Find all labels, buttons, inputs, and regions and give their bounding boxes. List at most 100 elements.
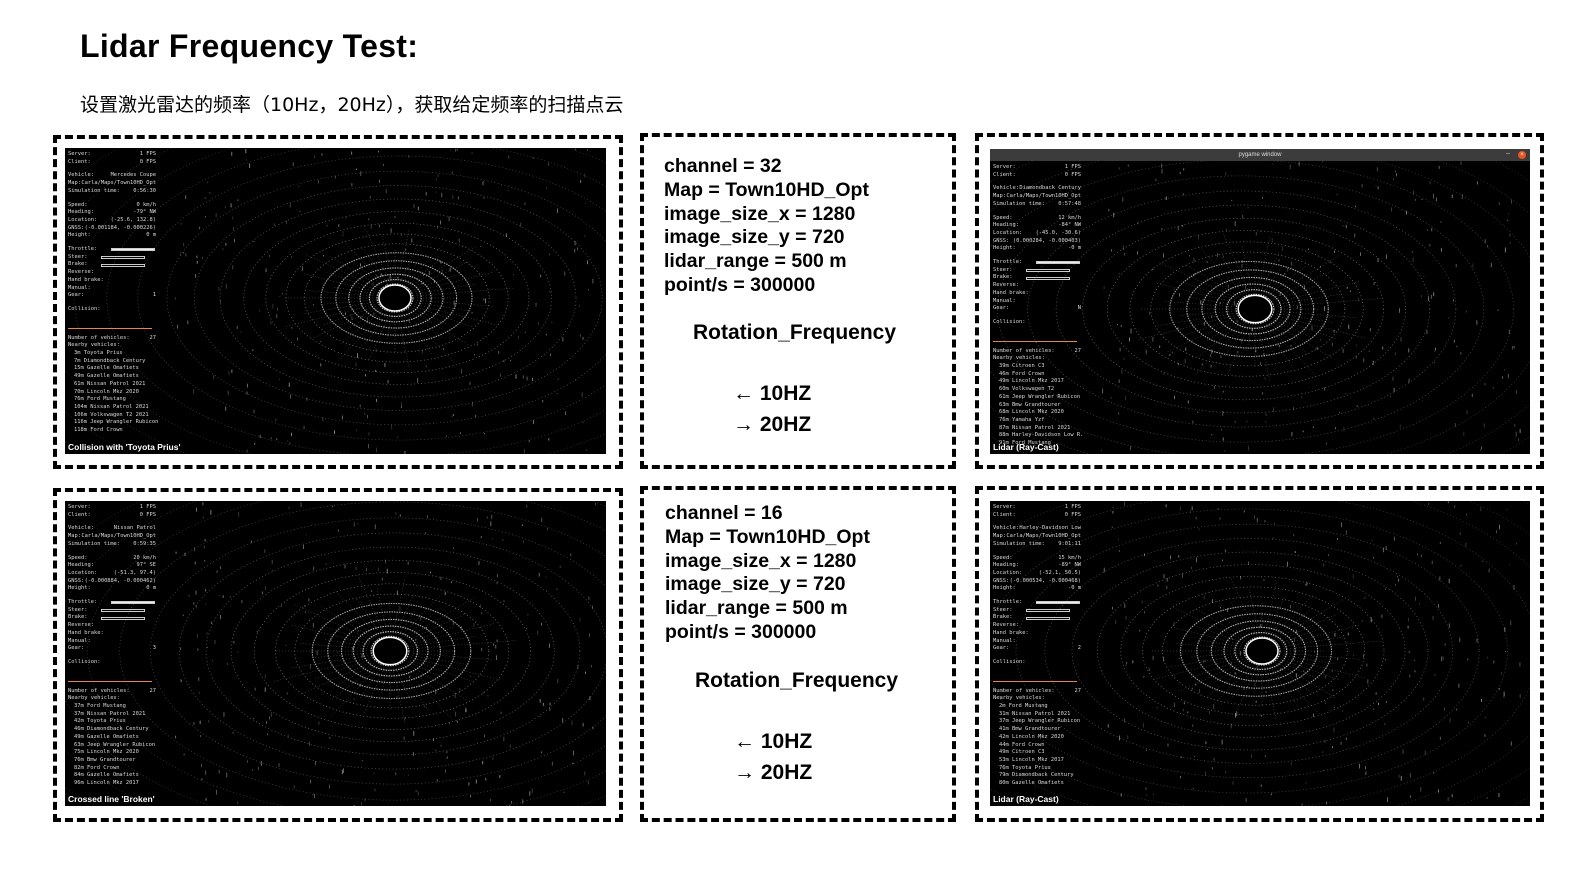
close-icon[interactable]: ×: [1518, 151, 1526, 159]
hud-row: Brake:: [68, 261, 158, 269]
hud-label: Reverse:: [68, 622, 94, 629]
hud-bar: [101, 256, 146, 260]
hud-value: 15 km/h: [1058, 554, 1081, 561]
nearby-vehicle-item: 61m Nissan Patrol 2021: [74, 380, 146, 387]
param-line: Map = Town10HD_Opt: [665, 525, 870, 548]
hud-row: Steer:: [68, 254, 158, 262]
hud-value: Carla/Maps/Town10HD_Opt: [81, 533, 156, 540]
hud-row: Heading: -89° NW: [993, 562, 1081, 570]
hud-value: -84° NW: [1058, 222, 1081, 229]
hud-label: Collision:: [993, 658, 1026, 665]
hud-label: Simulation time:: [68, 540, 120, 547]
hud-row: Manual:: [68, 638, 156, 646]
nearby-vehicle-item: 37m Nissan Patrol 2021: [74, 710, 146, 717]
nearby-vehicle-item: 49m Gazelle Omafiets: [74, 733, 139, 740]
hud-row: Speed: 0 km/h: [68, 202, 156, 210]
hud-bar: [101, 609, 146, 613]
hud-value: -0 m: [1068, 585, 1081, 592]
hud-row: Throttle:: [68, 599, 156, 607]
hud-row: Client: 0 FPS: [993, 512, 1081, 520]
hud-value: 27: [149, 334, 157, 341]
screenshot-caption: Crossed line 'Broken': [68, 794, 155, 804]
hud-label: Brake:: [993, 274, 1013, 281]
hud-value: 1 FPS: [1064, 504, 1081, 510]
hud-row: Location: (-52.1, 50.5): [993, 570, 1081, 578]
hud-row: Brake:: [993, 274, 1083, 282]
hud-label: Vehicle:: [993, 525, 1019, 532]
hud-row: Client: 0 FPS: [993, 172, 1081, 180]
hud-value: 1 FPS: [1064, 164, 1081, 170]
hud-label: Heading:: [993, 222, 1019, 229]
hud-label: Client:: [68, 158, 91, 165]
minimize-icon[interactable]: –: [1506, 150, 1510, 157]
hud-row: Reverse:: [993, 282, 1083, 290]
hud-row: Steer:: [993, 267, 1083, 275]
hud-panel: Server: 1 FPS Client: 0 FPS Vehicle: Nissan P…: [68, 504, 156, 788]
hud-row: Hand brake:: [68, 630, 156, 638]
page-title: Lidar Frequency Test:: [80, 28, 419, 64]
hud-label: Nearby vehicles:: [993, 695, 1045, 702]
hud-value: (-45.0, -30.6): [1035, 229, 1081, 236]
hud-value: Diamondback Century: [1019, 185, 1081, 192]
hud-label: Reverse:: [68, 269, 94, 276]
nearby-vehicle-item: 104m Nissan Patrol 2021: [74, 403, 149, 410]
nearby-vehicle-item: 87m Nissan Patrol 2021: [999, 424, 1071, 431]
hud-row: Vehicle: Diamondback Century: [993, 185, 1081, 193]
hud-value: 0:56:30: [133, 187, 156, 194]
hud-label: Throttle:: [68, 246, 98, 253]
hud-bar: [111, 601, 156, 605]
hud-label: Client:: [993, 171, 1016, 178]
rotation-frequency-label: Rotation_Frequency: [693, 321, 897, 344]
hud-value: (-0.001184, -0.000226): [84, 224, 156, 231]
nearby-vehicle-item: 49m Lincoln Mkz 2017: [999, 378, 1064, 385]
hud-panel: Server: 1 FPS Client: 0 FPS Vehicle: Diamondb…: [993, 164, 1083, 448]
hud-label: Steer:: [68, 606, 88, 613]
nearby-vehicle-item: 31m Nissan Patrol 2021: [999, 710, 1071, 717]
hud-row: Hand brake:: [993, 290, 1083, 298]
hud-row: Height: 0 m: [68, 585, 156, 593]
hud-value: 1 FPS: [139, 151, 156, 157]
hud-value: 0:57:48: [1058, 200, 1081, 207]
hud-label: Manual:: [68, 284, 91, 291]
hud-value: 1: [152, 292, 156, 299]
hud-row: Simulation time: 0:59:35: [68, 541, 156, 549]
hud-row: Nearby vehicles:: [993, 695, 1081, 703]
hud-label: Client:: [68, 511, 91, 518]
window-title-bar: pygame window – ×: [990, 149, 1530, 161]
hud-panel: Server: 1 FPS Client: 0 FPS Vehicle: Mercedes…: [68, 151, 158, 435]
hud-row: Vehicle: Nissan Patrol: [68, 525, 156, 533]
param-line: point/s = 300000: [664, 273, 816, 296]
hud-value: 0 m: [146, 585, 156, 592]
hud-label: Server:: [68, 151, 91, 157]
hud-label: Heading:: [993, 562, 1019, 569]
nearby-vehicle-item: 80m Gazelle Omafiets: [999, 780, 1064, 787]
hud-label: Server:: [68, 504, 91, 510]
param-line: channel = 16: [665, 502, 783, 524]
screenshot-caption: Lidar (Ray-Cast): [993, 442, 1059, 452]
hud-bar: [1026, 609, 1071, 613]
hud-row: Gear: N: [993, 305, 1081, 313]
hud-label: Throttle:: [68, 599, 98, 606]
hud-label: Hand brake:: [68, 276, 104, 283]
hud-value: 0 FPS: [1064, 511, 1081, 518]
hud-label: Height:: [68, 585, 91, 592]
hud-label: Number of vehicles:: [68, 687, 130, 694]
hud-label: Reverse:: [993, 282, 1019, 289]
hud-value: 27: [149, 687, 157, 694]
hud-row: Hand brake:: [993, 630, 1081, 638]
hud-value: 0 FPS: [139, 511, 156, 518]
hud-row: Client: 0 FPS: [68, 159, 156, 167]
hud-row: GNSS: (-0.000884, -0.000462): [68, 578, 156, 586]
hud-label: Vehicle:: [68, 172, 94, 179]
hud-row: Reverse:: [993, 622, 1081, 630]
hud-label: Collision:: [68, 305, 101, 312]
hud-row: Server: 1 FPS: [993, 164, 1081, 172]
hud-bar: [1026, 616, 1071, 620]
hud-value: (0.000284, -0.000403): [1012, 237, 1081, 244]
hud-row: Number of vehicles: 27: [68, 335, 156, 343]
nearby-vehicle-item: 49m Gazelle Omafiets: [74, 373, 139, 380]
hud-label: Speed:: [993, 554, 1013, 561]
hud-label: Number of vehicles:: [993, 347, 1055, 354]
hud-row: Number of vehicles: 27: [68, 688, 156, 696]
hud-label: Simulation time:: [993, 540, 1045, 547]
